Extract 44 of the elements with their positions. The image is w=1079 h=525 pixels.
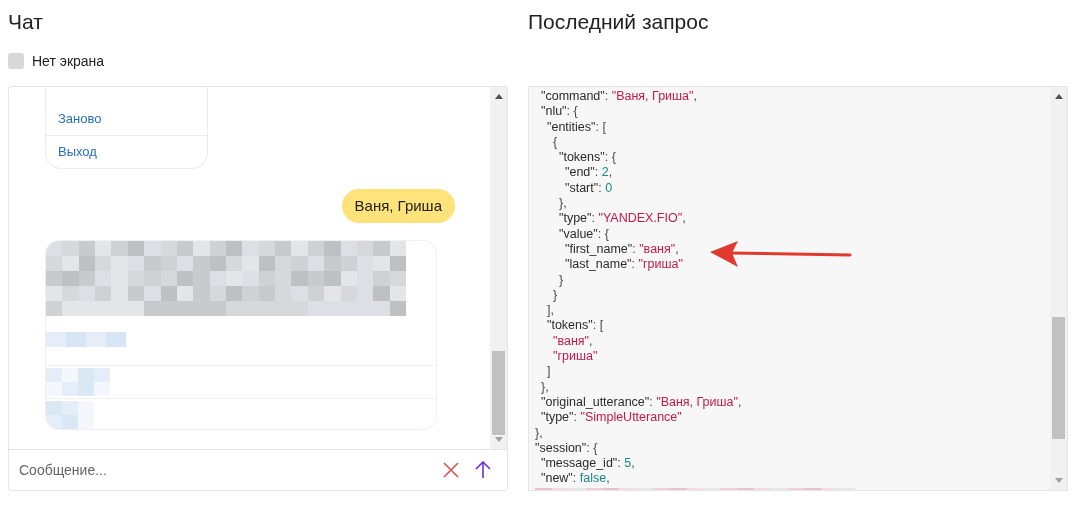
code-line: }, <box>541 379 549 395</box>
code-line: }, <box>559 196 567 212</box>
code-line: "new": false, <box>541 471 610 487</box>
scrollbar-thumb[interactable] <box>1052 317 1065 439</box>
scrollbar[interactable] <box>1050 87 1067 490</box>
message-input[interactable]: Сообщение... <box>19 459 427 481</box>
code-line: "message_id": 5, <box>541 456 635 472</box>
code-line: "last_name": "гриша" <box>565 257 683 273</box>
scrollbar-thumb[interactable] <box>492 351 505 435</box>
code-line: "nlu": { <box>541 104 578 120</box>
checkbox[interactable] <box>8 53 24 69</box>
scroll-up-icon[interactable] <box>494 94 503 99</box>
code-line: "start": 0 <box>565 180 613 197</box>
code-line: }, <box>535 425 543 441</box>
code-line: ] <box>547 364 551 380</box>
code-line: "гриша" <box>553 349 598 365</box>
code-line: "entities": [ <box>547 119 606 135</box>
checkbox-label: Нет экрана <box>32 51 105 71</box>
code-line: { <box>553 134 558 151</box>
code-line: "end": 2, <box>565 165 613 181</box>
code-line: "session": { <box>535 440 598 457</box>
code-line: "type": "SimpleUtterance" <box>541 410 682 426</box>
code-line: "tokens": { <box>559 150 616 166</box>
scroll-down-icon[interactable] <box>1054 478 1063 483</box>
scroll-up-icon[interactable] <box>1054 94 1063 99</box>
request-title: Последний запрос <box>528 9 710 35</box>
code-line: "original_utterance": "Ваня, Гриша", <box>541 394 742 411</box>
chat-button[interactable]: Заново <box>46 102 207 135</box>
chat-button[interactable]: Выход <box>46 135 207 168</box>
chat-title: Чат <box>8 9 44 35</box>
code-line: "type": "YANDEX.FIO", <box>559 211 686 227</box>
code-line: } <box>559 272 564 288</box>
user-message: Ваня, Гриша <box>341 189 455 223</box>
arrow-up-icon[interactable] <box>475 461 491 479</box>
code-line: } <box>553 287 558 304</box>
scrollbar[interactable] <box>490 87 507 449</box>
code-line: "ваня", <box>553 333 593 350</box>
scroll-down-icon[interactable] <box>494 437 503 442</box>
code-line: ], <box>547 303 554 319</box>
code-line: "first_name": "ваня", <box>565 241 679 258</box>
code-line: "command": "Ваня, Гриша", <box>541 89 697 105</box>
close-icon[interactable] <box>443 462 459 478</box>
code-line: "value": { <box>559 226 609 242</box>
code-line: "tokens": [ <box>547 318 604 334</box>
